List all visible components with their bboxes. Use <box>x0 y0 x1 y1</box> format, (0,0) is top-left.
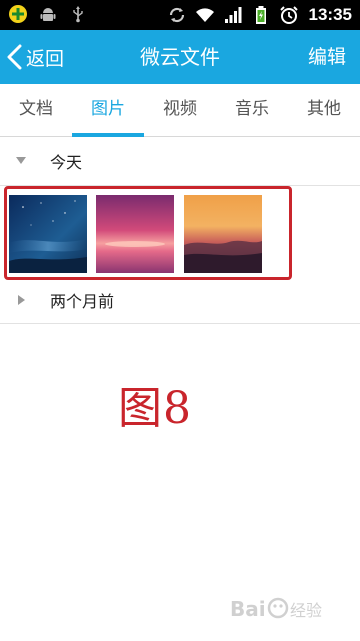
section-label: 今天 <box>50 153 83 172</box>
collapsed-triangle-icon <box>18 295 25 305</box>
orange-sunset-photo <box>184 195 262 273</box>
app-plus-icon <box>8 4 28 24</box>
sync-icon <box>167 5 187 25</box>
edit-button[interactable]: 编辑 <box>308 30 346 84</box>
tab-bar: 文档 图片 视频 音乐 其他 <box>0 84 360 137</box>
android-icon <box>38 4 58 24</box>
alarm-icon <box>279 5 299 25</box>
tab-videos[interactable]: 视频 <box>144 84 216 136</box>
tab-other[interactable]: 其他 <box>288 84 360 136</box>
expanded-triangle-icon <box>16 157 26 164</box>
thumbnail-orange-sunset[interactable] <box>184 195 262 273</box>
back-label: 返回 <box>26 47 65 70</box>
figure-annotation: 图8 <box>118 383 192 434</box>
thumbnail-pink-sunset[interactable] <box>96 195 174 273</box>
section-header-today[interactable]: 今天 <box>0 137 360 185</box>
status-time: 13:35 <box>308 5 352 24</box>
app-bar: 返回 微云文件 编辑 <box>0 30 360 84</box>
section-label: 两个月前 <box>50 292 115 311</box>
svg-text:Bai: Bai <box>230 597 266 621</box>
tab-music[interactable]: 音乐 <box>216 84 288 136</box>
section-header-two-months-ago[interactable]: 两个月前 <box>0 276 360 324</box>
baidu-jingyan-watermark: Bai 经验 <box>230 597 322 621</box>
tab-documents[interactable]: 文档 <box>0 84 72 136</box>
wifi-icon <box>195 5 215 25</box>
usb-icon <box>68 4 88 24</box>
tab-pictures[interactable]: 图片 <box>72 84 144 137</box>
thumbnail-night-sky[interactable] <box>9 195 87 273</box>
svg-text:经验: 经验 <box>290 601 322 620</box>
signal-icon <box>223 5 243 25</box>
night-sky-photo <box>9 195 87 273</box>
battery-icon <box>251 5 271 25</box>
status-bar: 13:35 <box>0 0 360 30</box>
chevron-left-icon <box>7 44 22 70</box>
back-button[interactable]: 返回 <box>6 30 64 84</box>
pink-sunset-photo <box>96 195 174 273</box>
divider <box>0 323 360 324</box>
screen: 13:35 返回 微云文件 编辑 文档 图片 视频 音乐 其他 今天 两个月前 … <box>0 0 360 641</box>
